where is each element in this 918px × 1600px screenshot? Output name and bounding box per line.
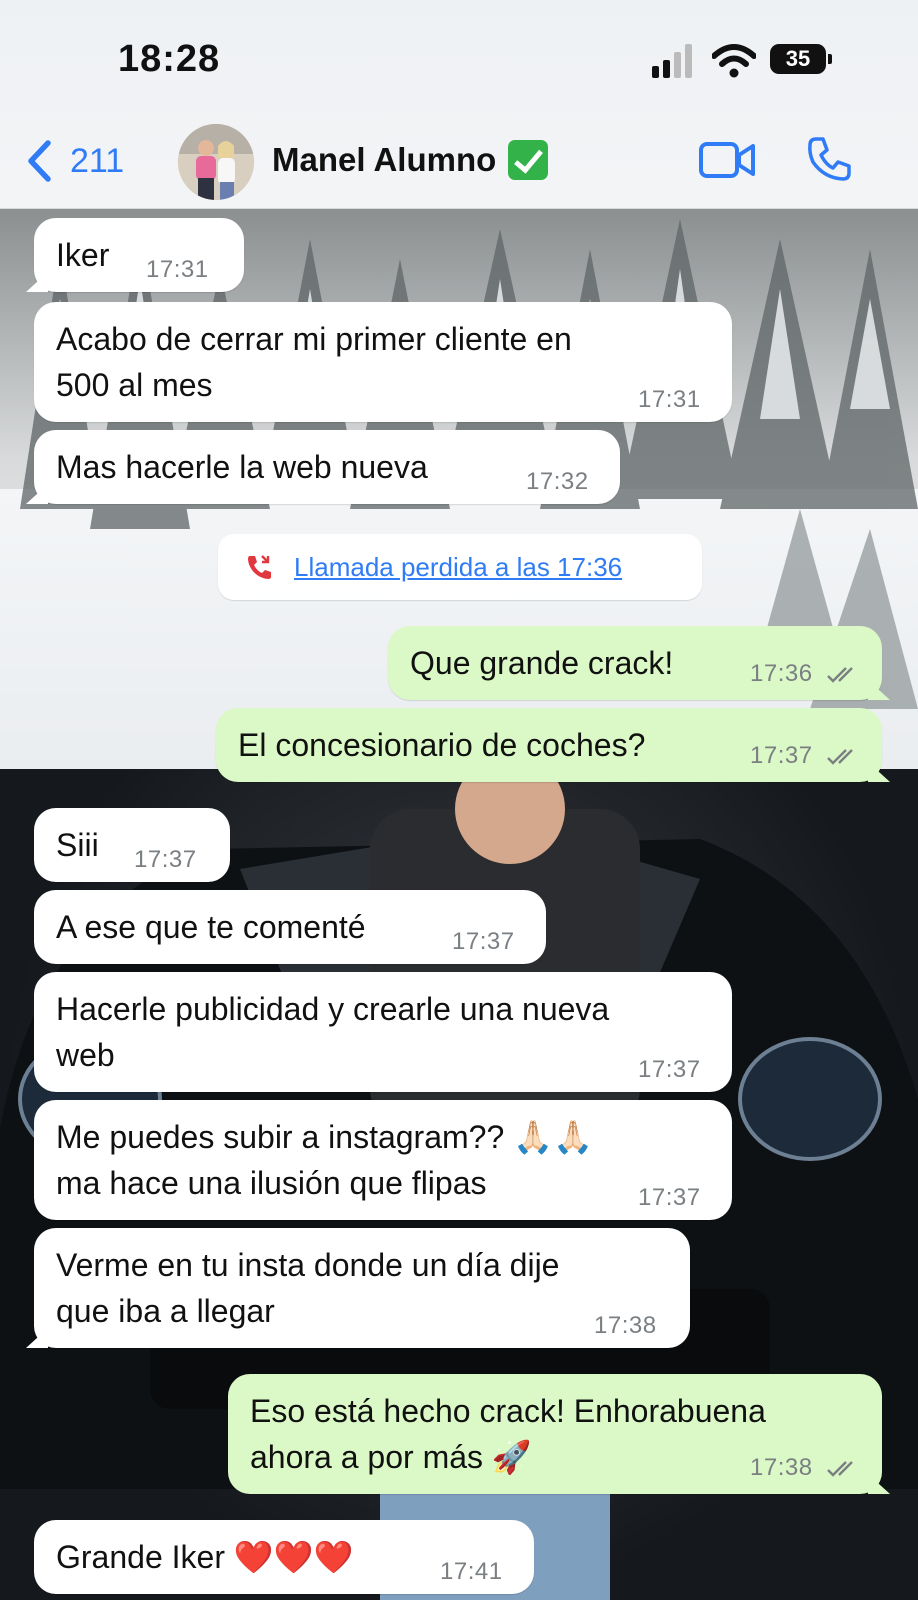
- message-text: Mas hacerle la web nueva: [56, 449, 428, 485]
- message-time: 17:31: [146, 256, 209, 283]
- message-bubble-incoming[interactable]: Siii 17:37: [34, 808, 230, 882]
- message-bubble-incoming[interactable]: A ese que te comenté 17:37: [34, 890, 546, 964]
- message-time-row: 17:36: [750, 660, 860, 688]
- message-time: 17:37: [452, 928, 515, 955]
- message-bubble-incoming[interactable]: Mas hacerle la web nueva 17:32: [26, 430, 620, 504]
- message-time: 17:37: [134, 846, 197, 873]
- video-call-icon[interactable]: [698, 140, 756, 180]
- message-time: 17:38: [594, 1312, 657, 1339]
- message-text: Acabo de cerrar mi primer cliente en 500…: [56, 321, 572, 403]
- cellular-signal-icon: [652, 44, 700, 78]
- message-bubble-incoming[interactable]: Hacerle publicidad y crearle una nueva w…: [34, 972, 732, 1092]
- message-bubble-outgoing[interactable]: El concesionario de coches? 17:37: [216, 708, 890, 782]
- contact-name-label: Manel Alumno: [272, 141, 497, 178]
- message-bubble-incoming[interactable]: Grande Iker ❤️❤️❤️ 17:41: [34, 1520, 534, 1594]
- message-time: 17:32: [526, 468, 589, 495]
- back-count: 211: [70, 141, 125, 180]
- read-ticks-icon: [826, 666, 853, 683]
- message-text: Eso está hecho crack! Enhorabuena ahora …: [250, 1393, 766, 1475]
- message-text: Me puedes subir a instagram?? 🙏🏻🙏🏻 ma ha…: [56, 1119, 593, 1201]
- message-time: 17:36: [750, 660, 813, 687]
- message-time: 17:38: [750, 1454, 813, 1481]
- avatar[interactable]: [178, 124, 254, 200]
- message-bubble-outgoing[interactable]: Eso está hecho crack! Enhorabuena ahora …: [228, 1374, 890, 1494]
- message-bubble-incoming[interactable]: Me puedes subir a instagram?? 🙏🏻🙏🏻 ma ha…: [34, 1100, 732, 1220]
- message-text: Que grande crack!: [410, 645, 674, 681]
- message-bubble-outgoing[interactable]: Que grande crack! 17:36: [388, 626, 890, 700]
- read-ticks-icon: [826, 748, 853, 765]
- battery-icon: 35: [770, 44, 832, 74]
- message-text: A ese que te comenté: [56, 909, 366, 945]
- message-bubble-incoming[interactable]: Acabo de cerrar mi primer cliente en 500…: [34, 302, 732, 422]
- message-time: 17:37: [750, 742, 813, 769]
- top-bar: 18:28 35 211 Manel Alumno: [0, 0, 918, 209]
- message-text: Grande Iker ❤️❤️❤️: [56, 1539, 354, 1575]
- message-text: El concesionario de coches?: [238, 727, 646, 763]
- message-text: Verme en tu insta donde un día dije que …: [56, 1247, 560, 1329]
- status-time: 18:28: [118, 38, 221, 80]
- message-text: Hacerle publicidad y crearle una nueva w…: [56, 991, 610, 1073]
- verified-check-icon: [508, 140, 549, 180]
- contact-name[interactable]: Manel Alumno: [272, 140, 549, 180]
- message-text: Iker: [56, 237, 110, 273]
- back-button[interactable]: 211: [26, 138, 124, 184]
- missed-call-icon: [248, 555, 271, 579]
- message-time-row: 17:38: [750, 1454, 860, 1482]
- message-time: 17:31: [638, 386, 701, 413]
- message-time-row: 17:37: [750, 742, 860, 770]
- wifi-icon: [712, 44, 756, 78]
- read-ticks-icon: [826, 1460, 853, 1477]
- message-time: 17:37: [638, 1056, 701, 1083]
- message-bubble-incoming[interactable]: Verme en tu insta donde un día dije que …: [26, 1228, 690, 1348]
- message-text: Siii: [56, 827, 99, 863]
- message-time: 17:37: [638, 1184, 701, 1211]
- phone-call-icon[interactable]: [806, 136, 852, 182]
- missed-call-notice[interactable]: Llamada perdida a las 17:36: [218, 534, 702, 600]
- message-bubble-incoming[interactable]: Iker 17:31: [26, 218, 244, 292]
- missed-call-link[interactable]: Llamada perdida a las 17:36: [294, 552, 622, 583]
- chevron-left-icon: [28, 140, 51, 182]
- message-time: 17:41: [440, 1558, 503, 1585]
